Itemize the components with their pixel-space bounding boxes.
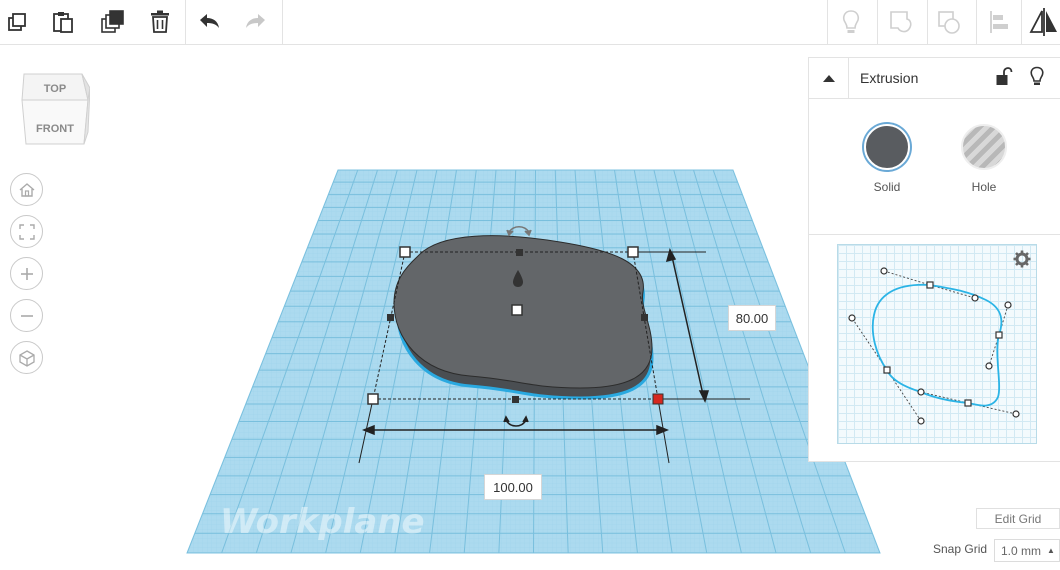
shape-properties-panel: Extrusion Solid Hole bbox=[808, 57, 1060, 462]
home-view-button[interactable] bbox=[10, 173, 43, 206]
view-cube-front-label[interactable]: FRONT bbox=[36, 123, 74, 135]
fit-view-icon bbox=[18, 223, 35, 240]
edit-grid-button[interactable]: Edit Grid bbox=[976, 508, 1060, 529]
workplane-label: Workplane bbox=[220, 502, 425, 542]
solid-swatch[interactable] bbox=[864, 124, 910, 170]
extruded-shape[interactable] bbox=[393, 235, 654, 400]
hole-swatch[interactable] bbox=[961, 124, 1007, 170]
snap-grid-select[interactable]: 1.0 mm ▲ bbox=[994, 539, 1060, 562]
gear-icon[interactable] bbox=[1013, 250, 1031, 268]
home-icon bbox=[19, 182, 34, 197]
triangle-up-icon bbox=[822, 75, 835, 82]
cube-icon bbox=[18, 349, 35, 367]
width-dimension-field[interactable]: 100.00 bbox=[484, 474, 542, 500]
caret-up-icon: ▲ bbox=[1047, 546, 1055, 555]
minus-icon bbox=[20, 314, 33, 317]
snap-grid-label: Snap Grid bbox=[933, 542, 988, 556]
perspective-button[interactable] bbox=[10, 341, 43, 374]
zoom-out-button[interactable] bbox=[10, 299, 43, 332]
lock-icon[interactable] bbox=[995, 67, 1013, 87]
panel-header: Extrusion bbox=[809, 58, 1060, 99]
depth-dimension-value: 80.00 bbox=[735, 310, 769, 326]
view-cube[interactable]: TOP FRONT bbox=[18, 70, 90, 150]
depth-dimension-field[interactable]: 80.00 bbox=[728, 305, 776, 331]
plus-icon bbox=[20, 267, 33, 280]
curve-editor-canvas[interactable] bbox=[838, 245, 1036, 443]
hole-label: Hole bbox=[971, 180, 997, 194]
view-cube-top-label[interactable]: TOP bbox=[44, 83, 66, 95]
width-dimension-value: 100.00 bbox=[493, 479, 533, 495]
zoom-in-button[interactable] bbox=[10, 257, 43, 290]
snap-grid-value: 1.0 mm bbox=[1001, 543, 1042, 558]
lightbulb-icon[interactable] bbox=[1029, 66, 1045, 88]
solid-label: Solid bbox=[873, 180, 901, 194]
panel-title: Extrusion bbox=[860, 70, 919, 86]
fit-view-button[interactable] bbox=[10, 215, 43, 248]
edit-grid-label: Edit Grid bbox=[994, 511, 1042, 526]
curve-editor[interactable] bbox=[837, 244, 1037, 444]
panel-collapse-button[interactable] bbox=[809, 58, 849, 98]
